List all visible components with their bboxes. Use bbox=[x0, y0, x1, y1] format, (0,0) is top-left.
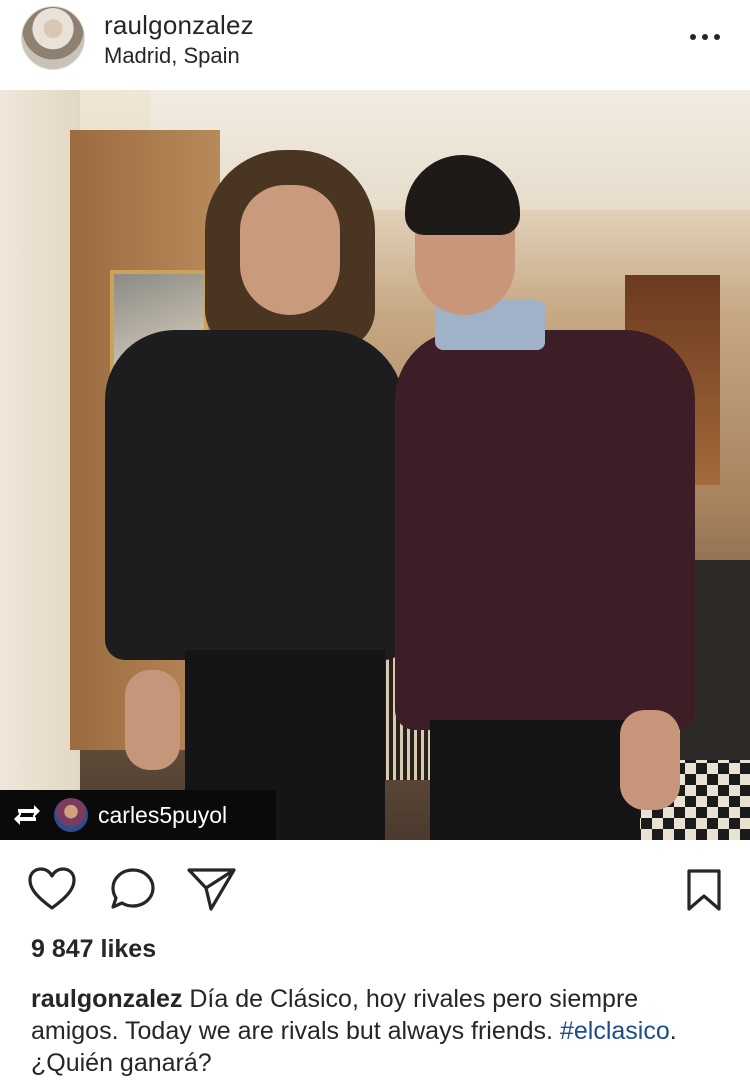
post-location[interactable]: Madrid, Spain bbox=[104, 43, 240, 69]
heart-icon[interactable] bbox=[27, 866, 77, 912]
post-username[interactable]: raulgonzalez bbox=[104, 10, 254, 41]
post-caption: raulgonzalez Día de Clásico, hoy rivales… bbox=[31, 983, 721, 1079]
post-photo[interactable]: carles5puyol bbox=[0, 90, 750, 840]
user-avatar[interactable] bbox=[21, 6, 85, 70]
photo-person-left bbox=[105, 150, 405, 840]
action-bar bbox=[0, 840, 750, 935]
more-options-icon[interactable] bbox=[690, 25, 720, 49]
repost-tag[interactable]: carles5puyol bbox=[0, 790, 276, 840]
repost-username[interactable]: carles5puyol bbox=[98, 802, 227, 829]
repost-icon bbox=[14, 805, 40, 825]
caption-username[interactable]: raulgonzalez bbox=[31, 985, 182, 1013]
photo-wall bbox=[0, 90, 80, 840]
bookmark-icon[interactable] bbox=[686, 868, 722, 912]
post-header: raulgonzalez Madrid, Spain bbox=[0, 0, 750, 90]
likes-count[interactable]: 9 847 likes bbox=[31, 935, 156, 964]
photo-person-right bbox=[380, 150, 710, 840]
repost-avatar bbox=[54, 798, 88, 832]
share-icon[interactable] bbox=[186, 866, 238, 912]
comment-icon[interactable] bbox=[108, 866, 158, 912]
caption-hashtag[interactable]: #elclasico bbox=[560, 1017, 670, 1045]
